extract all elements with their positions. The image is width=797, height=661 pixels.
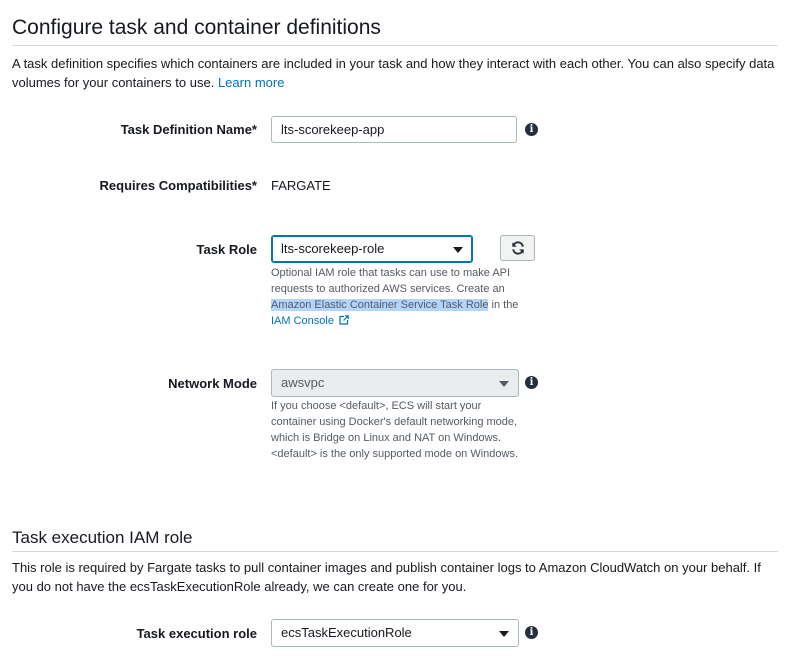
task-definition-name-input[interactable] (271, 116, 517, 143)
page-title: Configure task and container definitions (12, 16, 381, 39)
network-mode-label: Network Mode (168, 376, 257, 391)
external-link-icon (339, 315, 349, 325)
section-description: A task definition specifies which contai… (12, 54, 782, 92)
refresh-icon (512, 241, 524, 255)
section-title-execution-role: Task execution IAM role (12, 528, 193, 547)
task-role-help-text: Optional IAM role that tasks can use to … (271, 267, 511, 295)
requires-compatibilities-value: FARGATE (271, 178, 331, 193)
task-role-selected-value: lts-scorekeep-role (281, 241, 385, 256)
task-role-help-suffix: in the (491, 299, 519, 311)
task-role-select[interactable]: lts-scorekeep-role (271, 235, 473, 263)
title-divider (12, 45, 778, 46)
info-icon[interactable]: i (525, 626, 538, 639)
chevron-down-icon (499, 381, 509, 387)
refresh-button[interactable] (500, 235, 535, 261)
highlighted-text: Amazon Elastic Container Service Task Ro… (271, 299, 489, 311)
iam-console-link[interactable]: IAM Console (271, 315, 349, 327)
info-icon[interactable]: i (525, 123, 538, 136)
info-icon[interactable]: i (525, 376, 538, 389)
task-execution-role-label: Task execution role (136, 626, 257, 641)
task-role-label: Task Role (196, 242, 257, 257)
description-text: A task definition specifies which contai… (12, 56, 775, 90)
network-mode-selected-value: awsvpc (281, 375, 325, 390)
network-mode-help: If you choose <default>, ECS will start … (271, 400, 519, 460)
task-execution-role-select[interactable]: ecsTaskExecutionRole (271, 619, 519, 647)
chevron-down-icon (453, 247, 463, 253)
task-definition-name-label: Task Definition Name* (120, 122, 257, 137)
task-role-help: Optional IAM role that tasks can use to … (271, 265, 521, 329)
chevron-down-icon (499, 631, 509, 637)
learn-more-link[interactable]: Learn more (218, 75, 284, 90)
iam-console-link-label: IAM Console (271, 315, 334, 327)
requires-compatibilities-label: Requires Compatibilities* (99, 178, 257, 193)
network-mode-select[interactable]: awsvpc (271, 369, 519, 397)
task-execution-role-selected-value: ecsTaskExecutionRole (281, 625, 412, 640)
execution-role-description: This role is required by Fargate tasks t… (12, 560, 761, 594)
section-divider (12, 551, 778, 552)
